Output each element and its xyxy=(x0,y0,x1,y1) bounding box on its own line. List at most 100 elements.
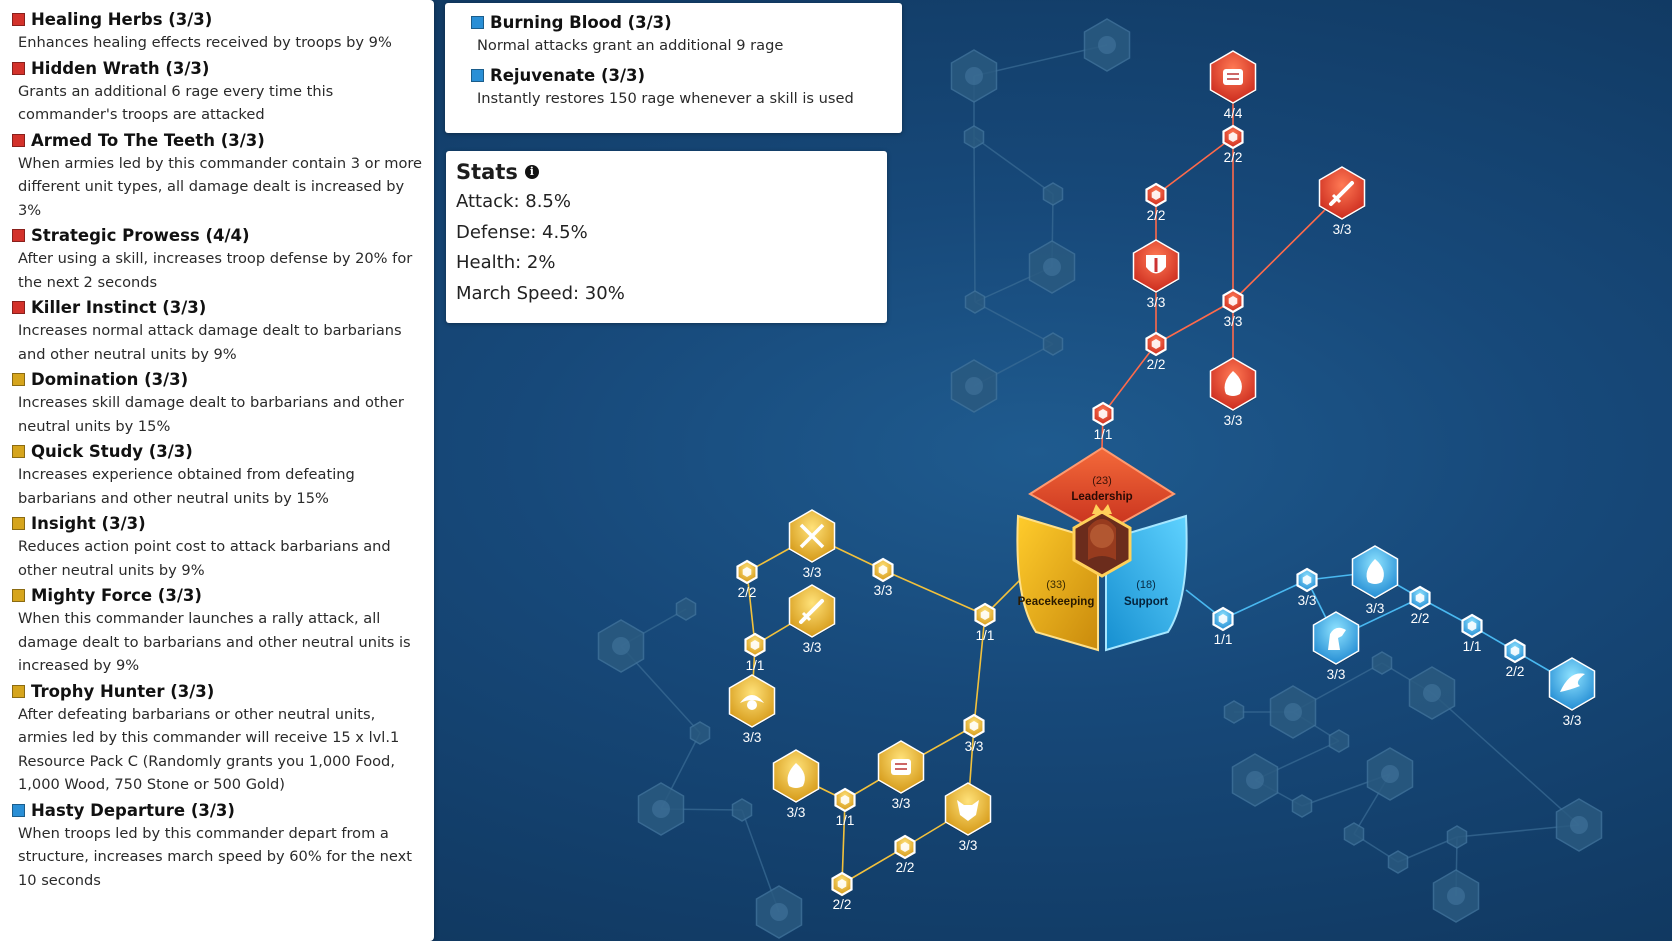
talent-level-label: 1/1 xyxy=(976,628,995,643)
gold-talent-node[interactable] xyxy=(744,632,766,658)
info-icon[interactable]: i xyxy=(524,165,539,179)
dragon-icon[interactable] xyxy=(1366,747,1414,801)
talent-item[interactable]: Quick Study (3/3) Increases experience ob… xyxy=(0,440,434,510)
talent-item[interactable]: Trophy Hunter (3/3) After defeating barba… xyxy=(0,680,434,797)
scroll-icon[interactable] xyxy=(877,740,925,795)
talent-name: Armed To The Teeth (3/3) xyxy=(31,130,265,150)
talent-name: Hasty Departure (3/3) xyxy=(31,800,235,820)
locked-talent-node[interactable] xyxy=(1328,729,1350,753)
locked-talent-node[interactable] xyxy=(731,798,753,822)
locked-talent-node[interactable] xyxy=(1387,850,1409,874)
gold-talent-node[interactable] xyxy=(894,834,916,860)
crown-icon[interactable] xyxy=(1083,18,1131,72)
gold-talent-node[interactable] xyxy=(831,871,853,897)
potion-icon[interactable] xyxy=(1269,685,1317,739)
anvil-icon[interactable] xyxy=(1028,240,1076,294)
red-talent-node[interactable] xyxy=(1222,288,1244,314)
talent-level-label: 2/2 xyxy=(1411,611,1430,626)
flag-icon[interactable] xyxy=(950,359,998,413)
red-talent-node[interactable] xyxy=(1222,124,1244,150)
horse-icon[interactable] xyxy=(1312,611,1360,666)
talent-header: Quick Study (3/3) xyxy=(12,440,424,463)
talent-item[interactable]: Rejuvenate (3/3) Instantly restores 150 r… xyxy=(459,64,888,111)
talent-level-label: 2/2 xyxy=(896,860,915,875)
blue-talent-node[interactable] xyxy=(1461,613,1483,639)
leadership-label: Leadership xyxy=(1071,491,1132,503)
talent-level-label: 3/3 xyxy=(1333,222,1352,237)
gear-icon[interactable] xyxy=(1408,666,1456,720)
undefined[interactable] xyxy=(755,885,803,939)
gold-talent-node[interactable] xyxy=(963,713,985,739)
stat-row: March Speed: 30% xyxy=(456,282,625,304)
peacekeeping-count: (33) xyxy=(1046,579,1066,591)
talent-color-icon xyxy=(12,373,25,386)
flame-wolf-icon[interactable] xyxy=(1209,357,1257,412)
gold-talent-node[interactable] xyxy=(872,557,894,583)
locked-talent-node[interactable] xyxy=(963,125,985,149)
locked-talent-node[interactable] xyxy=(675,597,697,621)
locked-talent-node[interactable] xyxy=(1223,700,1245,724)
gold-talent-node[interactable] xyxy=(974,602,996,628)
blue-talent-node[interactable] xyxy=(1212,606,1234,632)
talent-level-label: 1/1 xyxy=(1463,639,1482,654)
talent-item[interactable]: Mighty Force (3/3) When this commander la… xyxy=(0,584,434,678)
blue-talent-node[interactable] xyxy=(1296,567,1318,593)
bread-icon[interactable] xyxy=(1555,798,1603,852)
talent-description: Instantly restores 150 rage whenever a s… xyxy=(477,89,854,107)
sword-icon[interactable] xyxy=(1318,166,1366,221)
red-talent-node[interactable] xyxy=(1145,182,1167,208)
swirl-icon[interactable] xyxy=(950,49,998,103)
talent-item[interactable]: Burning Blood (3/3) Normal attacks grant … xyxy=(459,11,888,58)
red-talent-node[interactable] xyxy=(1092,401,1114,427)
talent-item[interactable]: Domination (3/3) Increases skill damage d… xyxy=(0,368,434,438)
feather-icon[interactable] xyxy=(637,782,685,836)
talent-color-icon xyxy=(471,68,484,82)
talent-description: After using a skill, increases troop def… xyxy=(18,250,413,291)
blue-talent-node[interactable] xyxy=(1504,638,1526,664)
talent-level-label: 2/2 xyxy=(1506,664,1525,679)
crossed-swords-icon[interactable] xyxy=(788,509,836,564)
talent-level-label: 3/3 xyxy=(1224,413,1243,428)
talent-item[interactable]: Healing Herbs (3/3) Enhances healing effe… xyxy=(0,8,434,55)
talent-header: Healing Herbs (3/3) xyxy=(12,8,424,31)
scroll-icon[interactable] xyxy=(1209,50,1257,105)
wolf-head-icon[interactable] xyxy=(944,782,992,837)
locked-talent-node[interactable] xyxy=(1291,794,1313,818)
fleur-icon[interactable] xyxy=(1432,869,1480,923)
talent-level-label: 1/1 xyxy=(1214,632,1233,647)
locked-talent-node[interactable] xyxy=(1371,651,1393,675)
flame-icon[interactable] xyxy=(1351,545,1399,600)
shield-swords-icon[interactable] xyxy=(1132,239,1180,294)
gold-talent-node[interactable] xyxy=(736,559,758,585)
locked-talent-node[interactable] xyxy=(964,290,986,314)
gold-talent-node[interactable] xyxy=(834,787,856,813)
talent-list-panel[interactable]: Healing Herbs (3/3) Enhances healing effe… xyxy=(0,0,434,941)
leadership-count: (23) xyxy=(1092,475,1112,487)
locked-talent-node[interactable] xyxy=(689,721,711,745)
talent-item[interactable]: Killer Instinct (3/3) Increases normal at… xyxy=(0,296,434,366)
locked-talent-node[interactable] xyxy=(1343,822,1365,846)
talent-name: Mighty Force (3/3) xyxy=(31,586,202,605)
talent-color-icon xyxy=(471,16,484,29)
talent-name: Hidden Wrath (3/3) xyxy=(31,58,210,78)
talent-description: Increases experience obtained from defea… xyxy=(18,466,355,507)
wing-icon[interactable] xyxy=(1548,657,1596,712)
talent-item[interactable]: Insight (3/3) Reduces action point cost t… xyxy=(0,512,434,582)
wave-icon[interactable] xyxy=(1231,753,1279,807)
talent-item[interactable]: Strategic Prowess (4/4) After using a ski… xyxy=(0,224,434,294)
locked-talent-node[interactable] xyxy=(1446,825,1468,849)
talent-level-label: 4/4 xyxy=(1224,106,1243,121)
talent-item[interactable]: Armed To The Teeth (3/3) When armies led … xyxy=(0,129,434,223)
talent-item[interactable]: Hidden Wrath (3/3) Grants an additional 6… xyxy=(0,57,434,127)
support-count: (18) xyxy=(1136,579,1156,591)
talent-level-label: 2/2 xyxy=(1147,208,1166,223)
talent-level-label: 3/3 xyxy=(1224,314,1243,329)
sword-strike-icon[interactable] xyxy=(788,584,836,639)
locked-talent-node[interactable] xyxy=(1042,182,1064,206)
talent-item[interactable]: Hasty Departure (3/3) When troops led by … xyxy=(0,799,434,893)
eagle-icon[interactable] xyxy=(728,674,776,729)
talent-hub[interactable]: (23) Leadership (33) Peacekeeping (18) S… xyxy=(1016,446,1188,652)
blue-talent-node[interactable] xyxy=(1409,585,1431,611)
flame-icon[interactable] xyxy=(772,749,820,804)
locked-talent-node[interactable] xyxy=(1042,332,1064,356)
